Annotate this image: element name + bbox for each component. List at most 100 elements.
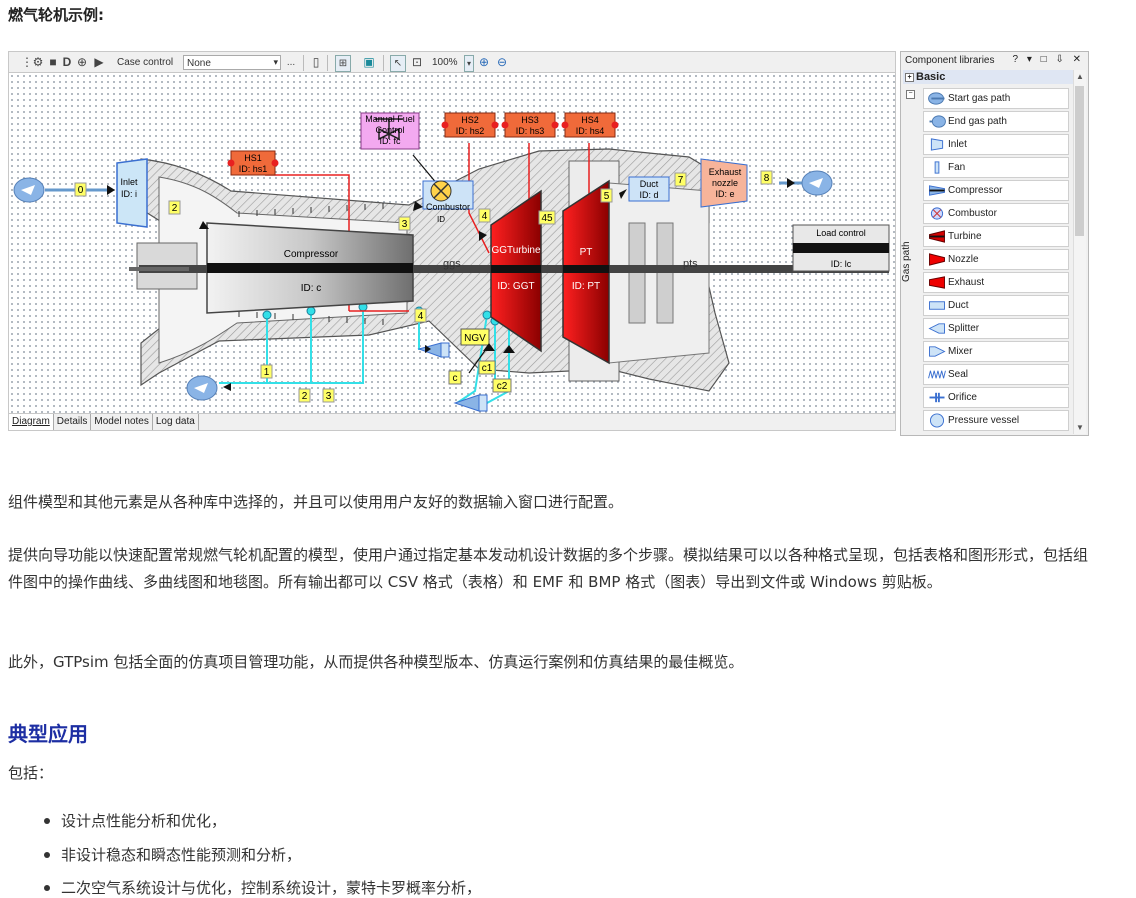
- list-item: 设计点性能分析和优化，: [61, 812, 227, 830]
- transient-icon[interactable]: ⊕: [75, 55, 89, 70]
- case-control-select[interactable]: None ▾: [183, 55, 281, 70]
- heat-sink-hs3[interactable]: HS3 ID: hs3: [501, 112, 559, 138]
- library-item-orifice[interactable]: Orifice: [923, 387, 1069, 408]
- station-number: 0: [78, 185, 84, 196]
- library-item-pressure-vessel[interactable]: Pressure vessel: [923, 410, 1069, 431]
- library-item-mixer[interactable]: Mixer: [923, 341, 1069, 362]
- library-item-duct[interactable]: Duct: [923, 295, 1069, 316]
- run-config-icon[interactable]: ⚙: [31, 55, 45, 70]
- bleed-splitter-c2[interactable]: [453, 394, 488, 412]
- svg-text:ID: hs1: ID: hs1: [239, 164, 268, 174]
- station-number: 2: [302, 391, 308, 402]
- inlet-component[interactable]: Inlet ID: i: [116, 158, 148, 228]
- svg-text:Combustor: Combustor: [426, 202, 470, 212]
- tab-details[interactable]: Details: [54, 414, 92, 430]
- library-item-label: Mixer: [948, 346, 973, 357]
- svg-text:PT: PT: [580, 247, 593, 258]
- library-item-seal[interactable]: Seal: [923, 364, 1069, 385]
- tab-log-data[interactable]: Log data: [153, 414, 199, 430]
- stop-icon[interactable]: ■: [47, 55, 59, 70]
- select-pointer-icon[interactable]: ↖: [390, 55, 406, 72]
- library-item-exhaust[interactable]: Exhaust: [923, 272, 1069, 293]
- expand-icon[interactable]: +: [905, 73, 914, 82]
- svg-text:ID: GGT: ID: GGT: [497, 281, 534, 292]
- svg-text:ID: PT: ID: PT: [572, 281, 600, 292]
- library-item-label: End gas path: [948, 116, 1007, 127]
- libraries-scrollbar[interactable]: ▲ ▼: [1073, 70, 1086, 434]
- orifice-icon: [929, 392, 945, 403]
- power-turbine-component[interactable]: PT ID: PT: [562, 179, 610, 365]
- svg-text:ID: hs4: ID: hs4: [576, 126, 605, 136]
- library-item-compressor[interactable]: Compressor: [923, 180, 1069, 201]
- library-item-turbine[interactable]: Turbine: [923, 226, 1069, 247]
- library-item-start-gas-path[interactable]: Start gas path: [923, 88, 1069, 109]
- engine-diagram-canvas[interactable]: Inlet ID: i Compressor ID: c GGTurbine I…: [8, 73, 896, 413]
- duct-component[interactable]: Duct ID: d: [628, 176, 670, 202]
- nozzle-icon: [929, 253, 945, 266]
- heat-sink-hs2[interactable]: HS2 ID: hs2: [441, 112, 499, 138]
- library-group-basic[interactable]: + Basic: [903, 70, 1073, 84]
- play-icon[interactable]: ▶: [93, 55, 105, 70]
- scroll-up-icon[interactable]: ▲: [1075, 72, 1085, 81]
- section-heading: 典型应用: [8, 722, 88, 746]
- station-number: 3: [402, 219, 408, 230]
- zoom-dropdown-icon[interactable]: ▾: [464, 55, 474, 72]
- svg-text:HS3: HS3: [521, 115, 539, 125]
- library-item-label: Seal: [948, 369, 969, 380]
- mixer-icon: [929, 346, 946, 357]
- collapse-icon[interactable]: −: [906, 90, 915, 99]
- svg-text:nozzle: nozzle: [712, 178, 738, 188]
- zoom-out-icon[interactable]: ⊖: [495, 55, 509, 70]
- case-more-button[interactable]: ...: [285, 55, 297, 70]
- svg-text:Duct: Duct: [640, 179, 659, 189]
- start-gas-path-icon[interactable]: [13, 177, 45, 203]
- clipboard-icon[interactable]: ▯: [309, 55, 323, 70]
- library-item-label: Exhaust: [948, 277, 985, 288]
- end-gas-path-icon[interactable]: [801, 170, 833, 196]
- svg-text:Manual Fuel: Manual Fuel: [365, 114, 415, 124]
- svg-text:ID: lc: ID: lc: [831, 259, 852, 269]
- heat-sink-hs4[interactable]: HS4 ID: hs4: [561, 112, 619, 138]
- exhaust-nozzle-component[interactable]: Exhaust nozzle ID: e: [700, 158, 748, 208]
- svg-text:ID: hs2: ID: hs2: [456, 126, 485, 136]
- compressor-component[interactable]: Compressor ID: c: [206, 222, 414, 314]
- library-item-splitter[interactable]: Splitter: [923, 318, 1069, 339]
- case-control-label: Case control: [117, 57, 174, 68]
- zoom-level[interactable]: 100%: [432, 57, 458, 68]
- load-control-component[interactable]: Load control ID: lc: [792, 224, 890, 272]
- zoom-fit-icon[interactable]: ⊡: [410, 55, 424, 70]
- bleed-splitter-c[interactable]: [417, 342, 450, 358]
- ggs-shaft-label: ggs: [443, 258, 461, 270]
- svg-text:ID: e: ID: e: [715, 189, 734, 199]
- svg-text:ID: hs3: ID: hs3: [516, 126, 545, 136]
- gas-turbine-model: Inlet ID: i Compressor ID: c GGTurbine I…: [13, 112, 890, 412]
- library-item-inlet[interactable]: Inlet: [923, 134, 1069, 155]
- tab-diagram[interactable]: Diagram: [9, 414, 54, 430]
- library-item-combustor[interactable]: Combustor: [923, 203, 1069, 224]
- start-gas-path-icon: [928, 92, 945, 105]
- library-item-end-gas-path[interactable]: End gas path: [923, 111, 1069, 132]
- design-point-icon[interactable]: D: [61, 55, 73, 70]
- svg-text:ID: ID: [437, 215, 445, 224]
- grid-snap-icon[interactable]: ⊞: [335, 55, 351, 72]
- heat-sink-hs1[interactable]: HS1 ID: hs1: [227, 150, 279, 176]
- library-item-nozzle[interactable]: Nozzle: [923, 249, 1069, 270]
- library-item-label: Inlet: [948, 139, 967, 150]
- scroll-thumb[interactable]: [1075, 86, 1084, 236]
- svg-text:ID: i: ID: i: [121, 189, 137, 199]
- library-item-label: Start gas path: [948, 93, 1011, 104]
- scroll-down-icon[interactable]: ▼: [1075, 423, 1085, 432]
- compressor-icon: [929, 185, 945, 196]
- zoom-in-icon[interactable]: ⊕: [477, 55, 491, 70]
- panel-controls[interactable]: ? ▾ □ ⇩ ✕: [1013, 54, 1085, 65]
- library-item-fan[interactable]: Fan: [923, 157, 1069, 178]
- manual-fuel-control[interactable]: Manual Fuel Control ID: fc: [360, 112, 420, 150]
- station-number: 4: [418, 311, 424, 322]
- bleed-end-icon[interactable]: [186, 375, 218, 401]
- label-c: c: [453, 373, 458, 384]
- export-image-icon[interactable]: ▣: [361, 55, 377, 70]
- tab-model-notes[interactable]: Model notes: [91, 414, 153, 430]
- station-number: 8: [764, 173, 770, 184]
- station-number: 2: [172, 203, 178, 214]
- ngv-component[interactable]: NGV: [460, 328, 490, 346]
